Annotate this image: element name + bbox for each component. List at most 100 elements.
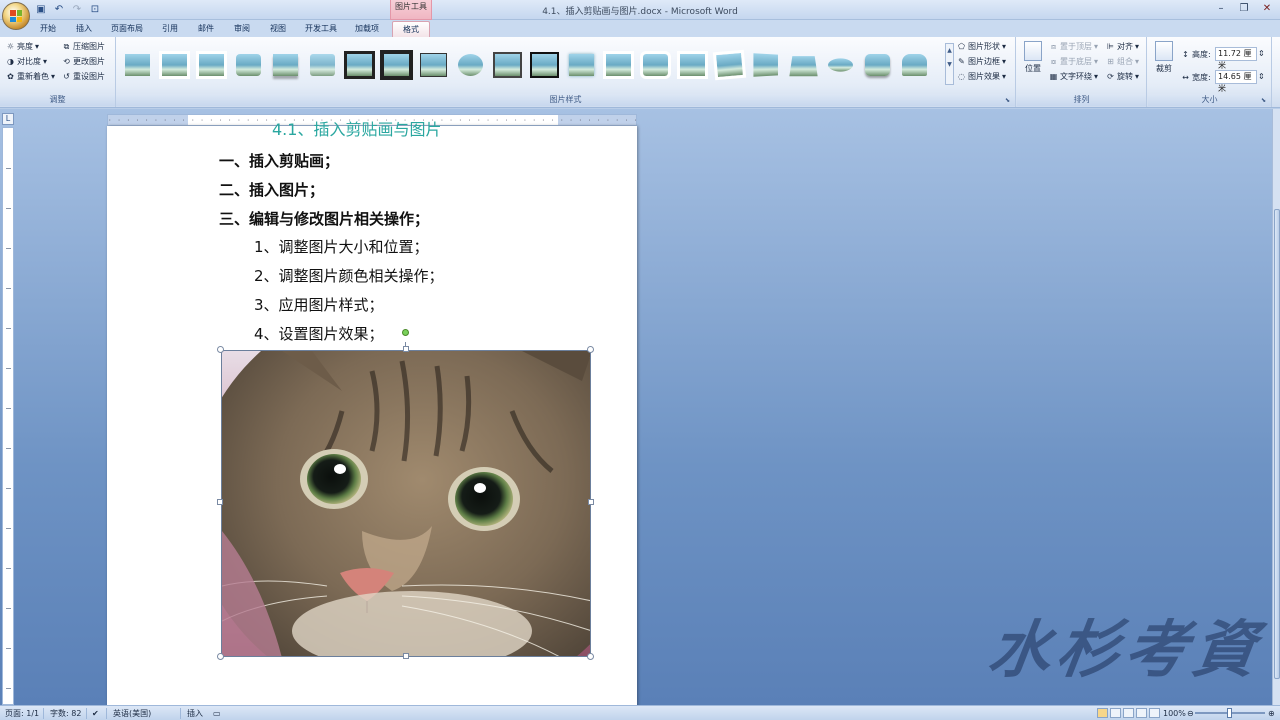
reset-picture-button[interactable]: ↺ 重设图片 [62,70,105,83]
outline-view-icon[interactable] [1136,708,1147,718]
tab-view[interactable]: 视图 [264,21,292,37]
crop-button[interactable]: 裁剪 [1152,41,1176,74]
tab-page-layout[interactable]: 页面布局 [106,21,148,37]
picture-style-thumb[interactable] [788,51,819,79]
bring-to-front-button[interactable]: ⧈ 置于顶层 ▾ [1049,40,1098,53]
tab-mailings[interactable]: 邮件 [192,21,220,37]
resize-handle[interactable] [588,499,594,505]
width-icon: ↔ [1182,73,1189,82]
gallery-scroll[interactable]: ▲ ▼ [945,43,954,85]
insert-mode-indicator[interactable]: 插入 [187,707,203,720]
picture-style-thumb[interactable] [825,51,856,79]
document-page[interactable]: 4.1、插入剪贴画与图片 一、插入剪贴画； 二、插入图片； 三、编辑与修改图片相… [107,120,637,705]
picture-styles-launcher-icon[interactable]: ⬊ [1005,97,1012,104]
send-to-back-button[interactable]: ⧇ 置于底层 ▾ [1049,55,1098,68]
minimize-icon[interactable]: – [1210,1,1232,16]
picture-style-thumb[interactable] [418,51,449,79]
picture-style-thumb[interactable] [751,51,782,79]
macro-record-icon[interactable]: ▭ [213,707,221,720]
print-layout-view-icon[interactable] [1097,708,1108,718]
picture-border-button[interactable]: ✎ 图片边框 ▾ [957,55,1006,68]
vertical-ruler[interactable] [2,127,14,705]
picture-style-thumb[interactable] [196,51,227,79]
close-icon[interactable]: ✕ [1256,1,1278,16]
picture-style-thumb[interactable] [455,51,486,79]
picture-style-thumb[interactable] [862,51,893,79]
picture-style-thumb[interactable] [159,51,190,79]
vertical-scrollbar[interactable] [1272,109,1280,705]
zoom-in-icon[interactable]: ⊕ [1268,707,1275,720]
picture-style-thumb[interactable] [492,51,523,79]
tab-developer[interactable]: 开发工具 [300,21,342,37]
rotate-button[interactable]: ⟳ 旋转 ▾ [1106,70,1139,83]
size-launcher-icon[interactable]: ⬊ [1261,97,1268,104]
position-button[interactable]: 位置 [1021,41,1045,74]
recolor-button[interactable]: ✿ 重新着色 ▾ [6,70,55,83]
resize-handle[interactable] [217,499,223,505]
height-spinner-icon[interactable]: ⇕ [1258,47,1265,60]
tab-references[interactable]: 引用 [156,21,184,37]
width-spinner-icon[interactable]: ⇕ [1258,70,1265,83]
resize-handle[interactable] [403,346,409,352]
proofing-icon[interactable]: ✔ [92,707,99,720]
status-bar: 页面: 1/1 字数: 82 ✔ 英语(美国) 插入 ▭ 100% ⊖ ⊕ [0,705,1280,720]
tab-home[interactable]: 开始 [34,21,62,37]
text-wrapping-button[interactable]: ▦ 文字环绕 ▾ [1049,70,1098,83]
scrollbar-thumb[interactable] [1274,209,1280,679]
language-indicator[interactable]: 英语(美国) [113,707,151,720]
picture-style-thumb[interactable] [344,51,375,79]
full-screen-view-icon[interactable] [1110,708,1121,718]
resize-handle[interactable] [217,653,224,660]
picture-style-thumb[interactable] [122,51,153,79]
rotation-handle[interactable] [402,329,409,336]
send-back-icon: ⧇ [1050,57,1057,66]
picture-effects-button[interactable]: ◌ 图片效果 ▾ [957,70,1006,83]
tab-insert[interactable]: 插入 [70,21,98,37]
picture-style-thumb[interactable] [380,50,413,80]
resize-handle[interactable] [587,653,594,660]
picture-style-thumb[interactable] [712,49,747,81]
tab-selector-icon[interactable]: L [2,113,14,125]
align-button[interactable]: ⊫ 对齐 ▾ [1106,40,1139,53]
resize-handle[interactable] [403,653,409,659]
picture-style-thumb[interactable] [899,51,930,79]
height-input[interactable]: 11.72 厘米 [1215,47,1257,70]
picture-style-thumb[interactable] [677,51,708,79]
effects-icon: ◌ [958,72,965,81]
brightness-icon: ☼ [6,42,15,51]
word-count[interactable]: 字数: 82 [50,707,81,720]
width-input[interactable]: 14.65 厘米 [1215,70,1257,93]
resize-handle[interactable] [217,346,224,353]
tab-review[interactable]: 审阅 [228,21,256,37]
tab-addins[interactable]: 加载项 [350,21,384,37]
group-objects-button[interactable]: ⊞ 组合 ▾ [1106,55,1139,68]
picture-style-thumb[interactable] [270,51,301,79]
picture-style-thumb[interactable] [233,51,264,79]
picture-shape-button[interactable]: ⬠ 图片形状 ▾ [957,40,1006,53]
resize-handle[interactable] [587,346,594,353]
brightness-button[interactable]: ☼ 亮度 ▾ [6,40,39,53]
tab-format[interactable]: 格式 [392,21,430,37]
cat-picture[interactable] [221,350,591,657]
office-button[interactable] [2,2,30,30]
page-count[interactable]: 页面: 1/1 [5,707,39,720]
web-layout-view-icon[interactable] [1123,708,1134,718]
compress-pictures-button[interactable]: ⧉ 压缩图片 [62,40,105,53]
picture-styles-gallery [120,43,946,89]
restore-icon[interactable]: ❐ [1233,1,1255,16]
zoom-out-icon[interactable]: ⊖ [1187,707,1194,720]
recolor-icon: ✿ [7,72,14,81]
draft-view-icon[interactable] [1149,708,1160,718]
picture-style-thumb[interactable] [529,51,560,79]
picture-style-thumb[interactable] [307,51,338,79]
contrast-icon: ◑ [7,57,14,66]
picture-style-thumb[interactable] [640,51,671,79]
zoom-level[interactable]: 100% [1163,707,1186,720]
zoom-slider-knob[interactable] [1227,708,1232,718]
picture-style-thumb[interactable] [603,51,634,79]
contrast-button[interactable]: ◑ 对比度 ▾ [6,55,47,68]
border-icon: ✎ [958,57,965,66]
change-picture-button[interactable]: ⟲ 更改图片 [62,55,105,68]
group-label-size: 大小 [1148,94,1271,106]
picture-style-thumb[interactable] [566,51,597,79]
